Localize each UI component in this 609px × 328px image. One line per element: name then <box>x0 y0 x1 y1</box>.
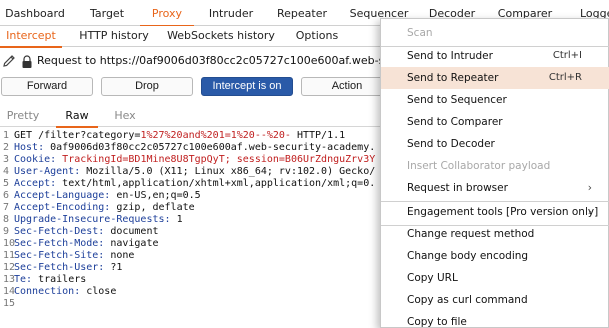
code-line: 9 Sec-Fetch-Dest: document <box>3 226 159 237</box>
menu-item-send-to-repeater[interactable]: Send to Repeater Ctrl+R <box>381 67 609 89</box>
pencil-icon[interactable] <box>1 53 17 69</box>
lock-icon <box>22 55 32 68</box>
code-line: 13Te: trailers <box>3 274 87 285</box>
chevron-right-icon: › <box>587 206 592 218</box>
menu-item-insert-collaborator-payload: Insert Collaborator payload <box>407 160 551 172</box>
code-line: 12Sec-Fetch-User: ?1 <box>3 262 123 273</box>
tab-intruder[interactable]: Intruder <box>198 0 264 26</box>
menu-item-send-to-decoder[interactable]: Send to Decoder <box>381 133 609 155</box>
code-line: 11Sec-Fetch-Site: none <box>3 250 135 261</box>
tab-pretty[interactable]: Pretty <box>0 107 46 127</box>
chevron-right-icon: › <box>587 182 592 194</box>
code-line: 14Connection: close <box>3 286 117 297</box>
menu-item-scan: Scan <box>407 27 433 39</box>
menu-item-change-body-encoding[interactable]: Change body encoding <box>381 245 609 267</box>
tab-hex[interactable]: Hex <box>104 107 146 127</box>
code-line: 15 <box>3 298 16 309</box>
intercept-toggle-button[interactable]: Intercept is on <box>201 77 293 96</box>
menu-item-request-in-browser[interactable]: Request in browser › <box>381 177 609 199</box>
menu-item-copy-as-curl[interactable]: Copy as curl command <box>381 289 609 311</box>
menu-item-send-to-comparer[interactable]: Send to Comparer <box>381 111 609 133</box>
menu-item-send-to-intruder[interactable]: Send to Intruder Ctrl+I <box>381 45 609 67</box>
code-line: 2 Host: 0af9006d03f80cc2c05727c100e600af.… <box>3 142 376 153</box>
code-line: 1 GET /filter?category=1%27%20and%201=1%2… <box>3 130 346 141</box>
shortcut-label: Ctrl+R <box>548 72 582 83</box>
tab-http-history[interactable]: HTTP history <box>74 26 154 47</box>
menu-item-send-to-sequencer[interactable]: Send to Sequencer <box>381 89 609 111</box>
shortcut-label: Ctrl+I <box>552 50 582 61</box>
drop-button[interactable]: Drop <box>101 77 193 96</box>
tab-repeater[interactable]: Repeater <box>268 0 336 26</box>
code-line: 8 Upgrade-Insecure-Requests: 1 <box>3 214 183 225</box>
code-line: 6 Accept-Language: en-US,en;q=0.5 <box>3 190 201 201</box>
tab-target[interactable]: Target <box>74 0 140 26</box>
menu-item-copy-to-file[interactable]: Copy to file <box>381 311 609 328</box>
tab-intercept[interactable]: Intercept <box>0 26 62 48</box>
code-line: 4 User-Agent: Mozilla/5.0 (X11; Linux x86… <box>3 166 376 177</box>
tab-dashboard[interactable]: Dashboard <box>0 0 70 26</box>
menu-item-engagement-tools[interactable]: Engagement tools [Pro version only] › <box>381 201 609 223</box>
code-line: 10Sec-Fetch-Mode: navigate <box>3 238 159 249</box>
tab-options[interactable]: Options <box>288 26 346 47</box>
forward-button[interactable]: Forward <box>1 77 93 96</box>
code-line: 3 Cookie: TrackingId=BD1Mine8U8TgpQyT; se… <box>3 154 376 165</box>
menu-item-copy-url[interactable]: Copy URL <box>381 267 609 289</box>
tab-proxy[interactable]: Proxy <box>140 0 194 27</box>
menu-item-change-request-method[interactable]: Change request method <box>381 223 609 245</box>
tab-raw[interactable]: Raw <box>56 107 98 128</box>
code-line: 5 Accept: text/html,application/xhtml+xml… <box>3 178 376 189</box>
context-menu: Scan Send to Intruder Ctrl+I Send to Repe… <box>380 18 609 328</box>
code-line: 7 Accept-Encoding: gzip, deflate <box>3 202 195 213</box>
tab-websockets-history[interactable]: WebSockets history <box>166 26 276 47</box>
